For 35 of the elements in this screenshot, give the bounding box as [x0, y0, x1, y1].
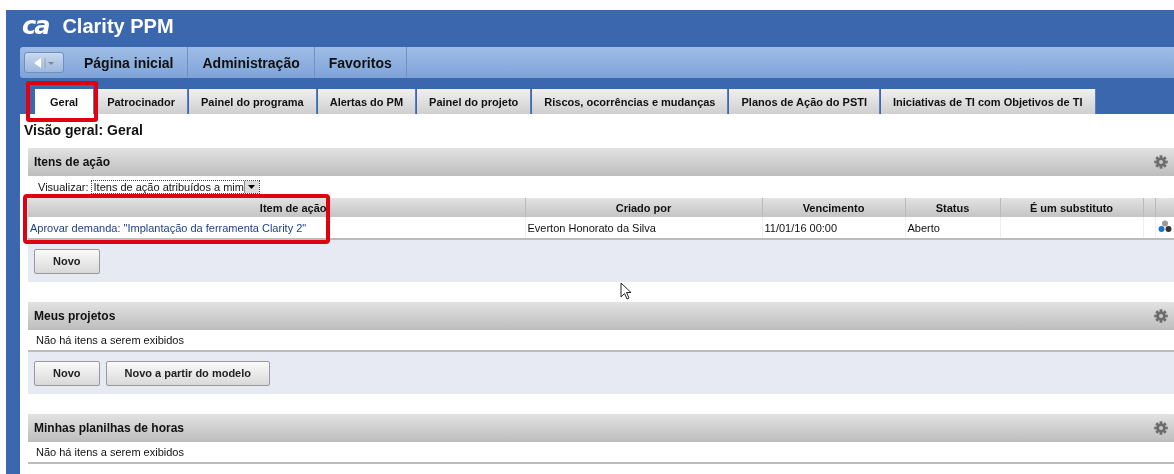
tab[interactable]: Geral	[35, 89, 95, 114]
portlet-title: Itens de ação	[34, 155, 111, 169]
portlet-title: Minhas planilhas de horas	[34, 421, 185, 435]
tab[interactable]: Painel do programa	[189, 89, 317, 114]
column-header[interactable]: Criado por	[525, 198, 762, 217]
settings-icon[interactable]	[1154, 155, 1168, 169]
app-title: Clarity PPM	[62, 14, 174, 38]
new-button[interactable]: Novo a partir do modelo	[105, 360, 270, 386]
caret-icon	[248, 185, 256, 189]
column-header[interactable]: Vencimento	[762, 198, 905, 217]
cursor-icon	[620, 282, 632, 300]
column-header[interactable]: Status	[905, 198, 1000, 217]
new-button[interactable]: Novo	[34, 360, 100, 386]
tab[interactable]: Riscos, ocorrências e mudanças	[532, 89, 729, 114]
settings-icon[interactable]	[1154, 309, 1168, 323]
view-label: Visualizar:	[38, 181, 89, 193]
portlet-title: Meus projetos	[34, 309, 116, 323]
nav-menu-item[interactable]: Administração	[188, 47, 315, 78]
column-header[interactable]: Item de ação	[28, 198, 525, 217]
tab[interactable]: Alertas do PM	[317, 89, 417, 114]
nav-menu-item[interactable]: Página inicial	[70, 47, 189, 78]
page-title: Visão geral: Geral	[24, 122, 143, 138]
new-button[interactable]: Novo	[34, 248, 100, 274]
column-header[interactable]: É um substituto	[1000, 198, 1143, 217]
tab[interactable]: Planos de Ação do PSTI	[729, 89, 880, 114]
tab[interactable]: Patrocinador	[95, 89, 188, 114]
settings-icon[interactable]	[1154, 421, 1168, 435]
empty-message: Não há itens a serem exibidos	[28, 442, 1174, 464]
company-logo: ca	[22, 14, 49, 38]
back-button[interactable]	[24, 52, 64, 73]
people-icon[interactable]	[1157, 220, 1172, 233]
tab[interactable]: Iniciativas de TI com Objetivos de TI	[881, 89, 1096, 114]
tab[interactable]: Painel do projeto	[417, 89, 532, 114]
view-dropdown[interactable]: Itens de ação atribuídos a mim	[90, 180, 260, 194]
nav-menu-item[interactable]: Favoritos	[314, 47, 407, 78]
